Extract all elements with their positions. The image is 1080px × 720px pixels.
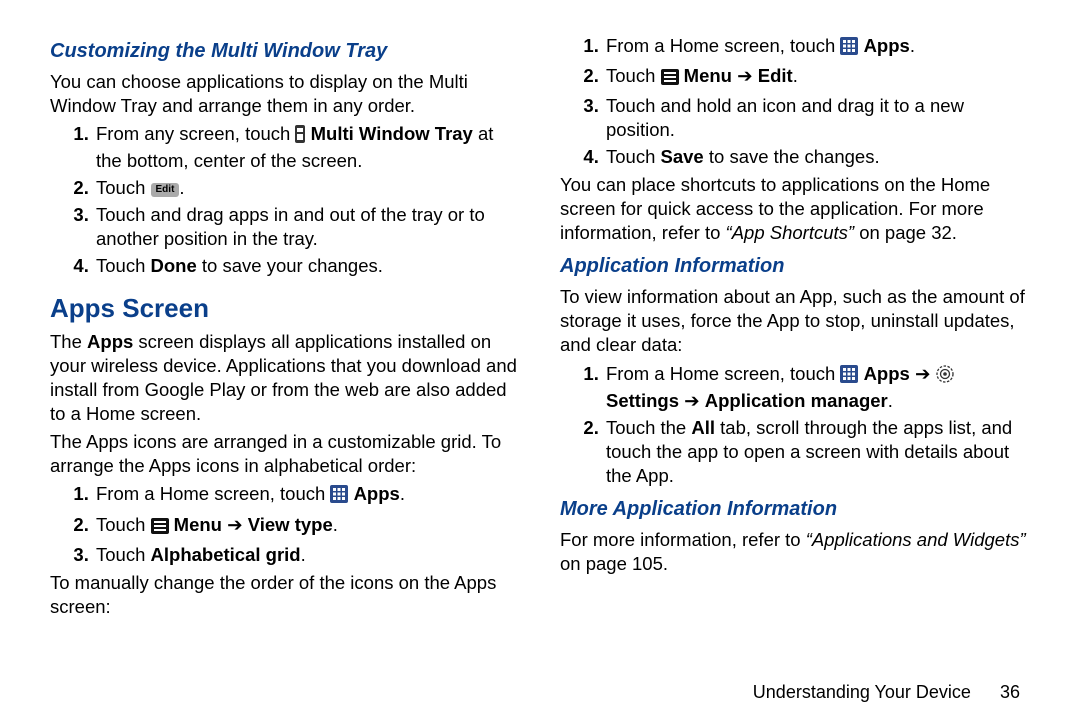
- label-apps: Apps: [87, 331, 133, 352]
- heading-app-info: Application Information: [560, 253, 1030, 279]
- step-1: From a Home screen, touch Apps ➔ Setting…: [604, 362, 1030, 413]
- steps-manual-order: From a Home screen, touch Apps. Touch Me…: [560, 34, 1030, 169]
- steps-alphabetical: From a Home screen, touch Apps. Touch Me…: [50, 482, 520, 566]
- para-customize-intro: You can choose applications to display o…: [50, 70, 520, 118]
- arrow-icon: ➔: [679, 390, 705, 411]
- label-apps: Apps: [864, 363, 910, 384]
- left-column: Customizing the Multi Window Tray You ca…: [50, 30, 520, 623]
- step-2: Touch Edit.: [94, 176, 520, 200]
- para-apps-2: The Apps icons are arranged in a customi…: [50, 430, 520, 478]
- text: on page 105.: [560, 553, 668, 574]
- heading-customizing: Customizing the Multi Window Tray: [50, 38, 520, 64]
- ref-app-shortcuts: “App Shortcuts”: [726, 222, 855, 243]
- menu-icon: [151, 516, 169, 540]
- text: From a Home screen, touch: [606, 35, 840, 56]
- label-all-tab: All: [691, 417, 715, 438]
- label-menu: Menu: [684, 65, 732, 86]
- text: .: [301, 544, 306, 565]
- text: .: [400, 483, 405, 504]
- step-3: Touch and drag apps in and out of the tr…: [94, 203, 520, 251]
- label-menu: Menu: [174, 514, 222, 535]
- step-2: Touch Menu ➔ Edit.: [604, 64, 1030, 91]
- label-apps: Apps: [354, 483, 400, 504]
- label-view-type: View type: [248, 514, 333, 535]
- text: .: [793, 65, 798, 86]
- step-4: Touch Save to save the changes.: [604, 145, 1030, 169]
- text: From a Home screen, touch: [606, 363, 840, 384]
- text: Touch the: [606, 417, 691, 438]
- arrow-icon: ➔: [910, 363, 936, 384]
- text: Touch: [96, 177, 151, 198]
- right-column: From a Home screen, touch Apps. Touch Me…: [560, 30, 1030, 623]
- apps-grid-icon: [840, 37, 858, 61]
- text: The: [50, 331, 87, 352]
- apps-grid-icon: [330, 485, 348, 509]
- step-3: Touch and hold an icon and drag it to a …: [604, 94, 1030, 142]
- label-edit: Edit: [758, 65, 793, 86]
- ref-apps-widgets: “Applications and Widgets”: [806, 529, 1026, 550]
- steps-customize-tray: From any screen, touch Multi Window Tray…: [50, 122, 520, 278]
- arrow-icon: ➔: [222, 514, 248, 535]
- label-save: Save: [661, 146, 704, 167]
- settings-gear-icon: [936, 365, 954, 389]
- footer-section: Understanding Your Device: [753, 682, 971, 702]
- label-app-manager: Application manager: [705, 390, 888, 411]
- step-1: From a Home screen, touch Apps.: [94, 482, 520, 509]
- label-multi-window-tray: Multi Window Tray: [305, 123, 472, 144]
- label-settings: Settings: [606, 390, 679, 411]
- label-apps: Apps: [864, 35, 910, 56]
- text: on page 32.: [854, 222, 957, 243]
- text: Touch: [606, 146, 661, 167]
- text: to save your changes.: [197, 255, 383, 276]
- edit-button-icon: Edit: [151, 183, 180, 197]
- step-2: Touch the All tab, scroll through the ap…: [604, 416, 1030, 488]
- text: .: [333, 514, 338, 535]
- text: For more information, refer to: [560, 529, 806, 550]
- text: From any screen, touch: [96, 123, 295, 144]
- text: Touch: [96, 544, 151, 565]
- page-footer: Understanding Your Device 36: [753, 681, 1020, 704]
- step-1: From any screen, touch Multi Window Tray…: [94, 122, 520, 173]
- page-body: Customizing the Multi Window Tray You ca…: [0, 0, 1080, 623]
- text: Touch: [96, 255, 151, 276]
- menu-icon: [661, 67, 679, 91]
- heading-more-app-info: More Application Information: [560, 496, 1030, 522]
- steps-app-info: From a Home screen, touch Apps ➔ Setting…: [560, 362, 1030, 488]
- para-more-info: For more information, refer to “Applicat…: [560, 528, 1030, 576]
- apps-grid-icon: [840, 365, 858, 389]
- label-alphabetical-grid: Alphabetical grid: [151, 544, 301, 565]
- multi-window-tray-icon: [295, 125, 305, 149]
- para-appinfo-intro: To view information about an App, such a…: [560, 285, 1030, 357]
- page-number: 36: [1000, 682, 1020, 702]
- text: to save the changes.: [704, 146, 880, 167]
- para-shortcuts: You can place shortcuts to applications …: [560, 173, 1030, 245]
- step-3: Touch Alphabetical grid.: [94, 543, 520, 567]
- step-4: Touch Done to save your changes.: [94, 254, 520, 278]
- text: Touch: [96, 514, 151, 535]
- para-manual-order: To manually change the order of the icon…: [50, 571, 520, 619]
- text: .: [179, 177, 184, 198]
- arrow-icon: ➔: [732, 65, 758, 86]
- text: From a Home screen, touch: [96, 483, 330, 504]
- text: .: [888, 390, 893, 411]
- text: .: [910, 35, 915, 56]
- step-1: From a Home screen, touch Apps.: [604, 34, 1030, 61]
- text: Touch: [606, 65, 661, 86]
- step-2: Touch Menu ➔ View type.: [94, 513, 520, 540]
- para-apps-1: The Apps screen displays all application…: [50, 330, 520, 426]
- heading-apps-screen: Apps Screen: [50, 292, 520, 326]
- label-done: Done: [151, 255, 197, 276]
